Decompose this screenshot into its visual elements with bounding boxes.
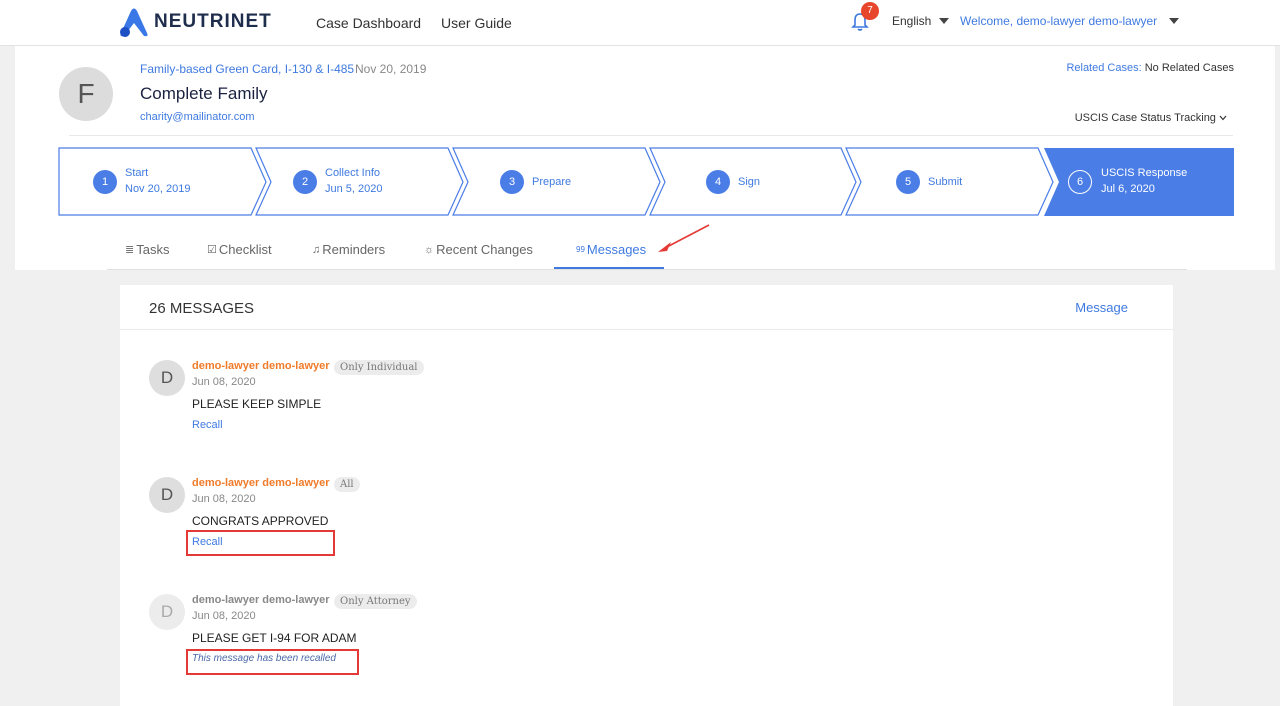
step-4-number: 4: [706, 170, 730, 194]
messages-count: 26 MESSAGES: [149, 300, 255, 317]
case-progress-steps: 1 Start Nov 20, 2019 2 Collect Info Jun …: [58, 147, 1234, 217]
active-tab-indicator: [554, 267, 664, 269]
language-selector[interactable]: English: [892, 14, 950, 28]
message-date: Jun 08, 2020: [192, 610, 256, 622]
case-date: Nov 20, 2019: [355, 62, 427, 76]
step-5-number: 5: [896, 170, 920, 194]
message-avatar: D: [149, 477, 185, 513]
step-6[interactable]: USCIS Response Jul 6, 2020: [1101, 165, 1187, 197]
step-6-date: Jul 6, 2020: [1101, 183, 1155, 195]
user-menu[interactable]: Welcome, demo-lawyer demo-lawyer: [960, 14, 1180, 28]
message-avatar: D: [149, 594, 185, 630]
step-1[interactable]: Start Nov 20, 2019: [125, 165, 190, 197]
chevron-down-icon: [939, 18, 950, 24]
tab-messages[interactable]: 99 Messages: [576, 242, 646, 257]
message-text: CONGRATS APPROVED: [192, 514, 329, 528]
tab-checklist[interactable]: ☑ Checklist: [207, 242, 272, 257]
new-message-button[interactable]: Message: [1075, 300, 1128, 315]
message-avatar: D: [149, 360, 185, 396]
message-visibility-tag: Only Individual: [334, 360, 424, 375]
tab-recent-changes[interactable]: ☼ Recent Changes: [424, 242, 533, 257]
message-text: PLEASE KEEP SIMPLE: [192, 397, 322, 411]
nav-case-dashboard[interactable]: Case Dashboard: [316, 15, 421, 31]
tab-checklist-label: Checklist: [218, 242, 272, 257]
brand-logo[interactable]: NEUTRINET: [118, 7, 272, 37]
list-icon: ≣: [125, 244, 135, 256]
tab-messages-label: Messages: [586, 242, 647, 257]
messages-panel: 26 MESSAGES Message D demo-lawyer demo-l…: [120, 285, 1173, 706]
steps-chevrons: [58, 147, 1234, 216]
step-3-number: 3: [500, 170, 524, 194]
annotation-arrow-icon: [658, 224, 710, 252]
step-2-number: 2: [293, 170, 317, 194]
tab-recent-changes-label: Recent Changes: [436, 242, 533, 257]
message-author: demo-lawyer demo-lawyer: [192, 594, 330, 606]
step-5[interactable]: Submit: [928, 174, 962, 190]
step-1-title: Start: [125, 167, 149, 179]
case-email[interactable]: charity@mailinator.com: [140, 111, 254, 123]
step-3[interactable]: Prepare: [532, 174, 571, 190]
welcome-label: Welcome, demo-lawyer demo-lawyer: [960, 14, 1158, 28]
message-author: demo-lawyer demo-lawyer: [192, 360, 330, 372]
step-2[interactable]: Collect Info Jun 5, 2020: [325, 165, 383, 197]
step-2-title: Collect Info: [325, 167, 381, 179]
top-nav: NEUTRINET Case Dashboard User Guide 7 En…: [0, 0, 1280, 46]
uscis-tracking-dropdown[interactable]: USCIS Case Status Tracking: [1075, 112, 1227, 124]
message-date: Jun 08, 2020: [192, 493, 256, 505]
recall-link[interactable]: Recall: [192, 419, 223, 431]
message-visibility-tag: Only Attorney: [334, 594, 417, 609]
chevron-down-icon: [1169, 18, 1180, 24]
step-3-title: Prepare: [532, 176, 572, 188]
step-4-title: Sign: [738, 176, 761, 188]
checkbox-icon: ☑: [207, 244, 217, 256]
related-cases: Related Cases: No Related Cases: [1066, 62, 1234, 74]
message-item: D demo-lawyer demo-lawyer Only Individua…: [149, 360, 749, 440]
notification-badge: 7: [861, 2, 879, 20]
case-name: Complete Family: [140, 84, 268, 103]
bell-icon: ♫: [312, 243, 321, 256]
brand-logo-icon: [120, 8, 148, 37]
tab-reminders-label: Reminders: [322, 242, 386, 257]
chevron-down-icon: [1219, 115, 1227, 121]
step-6-title: USCIS Response: [1101, 167, 1188, 179]
step-6-number: 6: [1068, 170, 1092, 194]
language-label: English: [892, 14, 932, 28]
lightbulb-icon: ☼: [424, 243, 435, 256]
divider: [69, 135, 1233, 136]
nav-user-guide[interactable]: User Guide: [441, 15, 512, 31]
brand-name: NEUTRINET: [154, 11, 272, 32]
step-1-number: 1: [93, 170, 117, 194]
step-4[interactable]: Sign: [738, 174, 760, 190]
tab-tasks[interactable]: ≣ Tasks: [125, 242, 169, 257]
step-1-date: Nov 20, 2019: [125, 183, 191, 195]
message-visibility-tag: All: [334, 477, 360, 492]
case-avatar: F: [59, 67, 113, 121]
related-cases-label[interactable]: Related Cases:: [1066, 62, 1141, 74]
step-5-title: Submit: [928, 176, 963, 188]
step-2-date: Jun 5, 2020: [325, 183, 383, 195]
highlight-box: [186, 649, 359, 675]
message-author: demo-lawyer demo-lawyer: [192, 477, 330, 489]
case-tabs: ≣ Tasks ☑ Checklist ♫ Reminders ☼ Recent…: [107, 231, 1187, 270]
quote-icon: 99: [576, 245, 585, 254]
tab-tasks-label: Tasks: [136, 242, 170, 257]
uscis-tracking-label: USCIS Case Status Tracking: [1074, 112, 1216, 124]
message-text: PLEASE GET I-94 FOR ADAM: [192, 631, 357, 645]
message-date: Jun 08, 2020: [192, 376, 256, 388]
tab-reminders[interactable]: ♫ Reminders: [312, 242, 385, 257]
highlight-box: [186, 530, 335, 556]
related-cases-value: No Related Cases: [1144, 62, 1234, 74]
divider: [120, 329, 1173, 330]
case-type-link[interactable]: Family-based Green Card, I-130 & I-485: [140, 62, 354, 76]
